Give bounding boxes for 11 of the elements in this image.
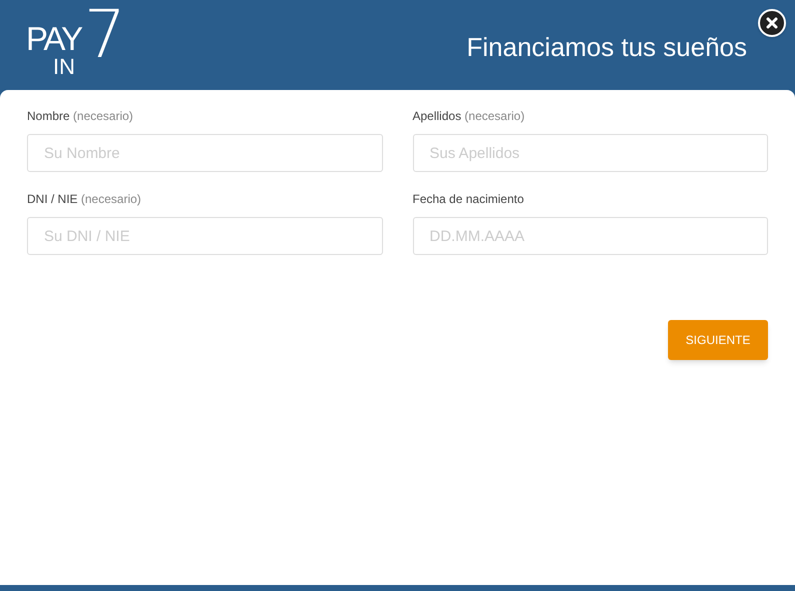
- close-button[interactable]: [758, 9, 786, 37]
- field-label: Nombre (necesario): [27, 108, 134, 125]
- header-title: Financiamos tus sueños: [466, 30, 747, 64]
- field-label: Apellidos (necesario): [412, 108, 526, 125]
- field-label: DNI / NIE (necesario): [27, 191, 142, 208]
- close-icon: [766, 17, 778, 29]
- logo-text: PAY: [26, 22, 82, 55]
- field-label: Fecha de nacimiento: [412, 191, 525, 208]
- logo-text: IN: [53, 56, 75, 78]
- logo-numeral: 7: [84, 2, 126, 68]
- next-button[interactable]: SIGUIENTE: [668, 320, 768, 360]
